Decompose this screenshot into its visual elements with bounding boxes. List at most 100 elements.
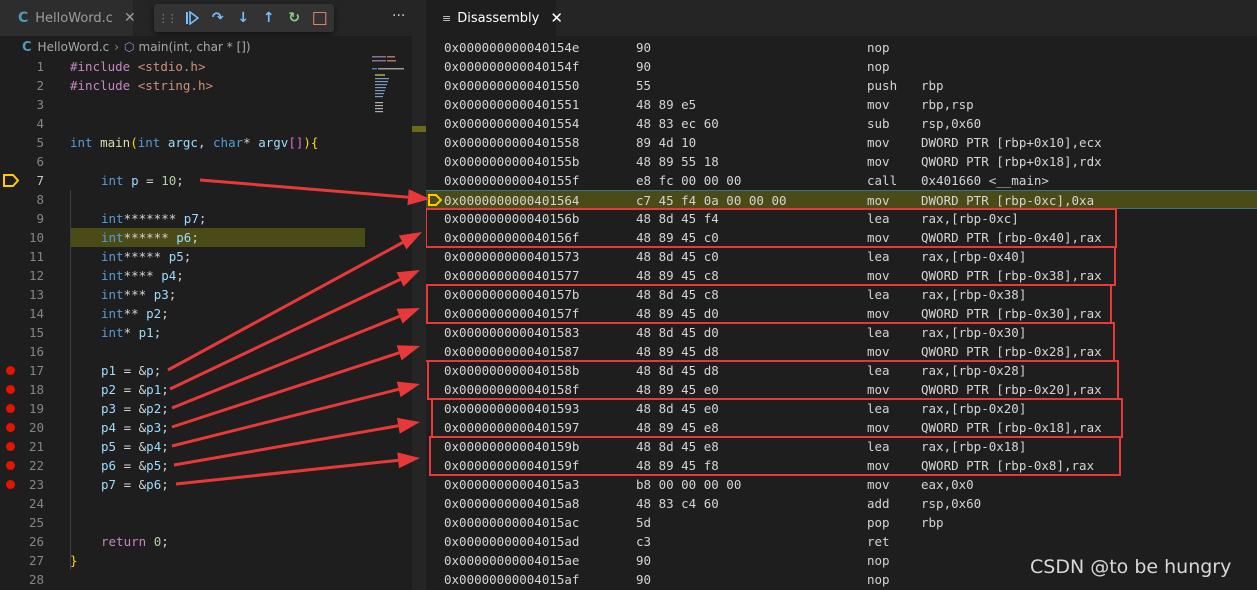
instruction-bytes: 48 89 55 18 [636, 154, 719, 169]
instruction-operands: rax,[rbp-0x18] [921, 439, 1027, 454]
disassembly-row[interactable]: 0x0000000000401554 48 83 ec 60 sub rsp,0x60 [426, 114, 1257, 133]
code-line[interactable]: 25 [0, 513, 412, 532]
disassembly-row[interactable]: 0x000000000040154e 90 nop [426, 38, 1257, 57]
code-line[interactable]: 5 int main(int argc, char* argv[]){ [0, 133, 412, 152]
disassembly-row[interactable]: 0x000000000040155b 48 89 55 18 mov QWORD PT… [426, 152, 1257, 171]
breadcrumb-symbol[interactable]: main(int, char * []) [139, 40, 251, 54]
disassembly-row[interactable]: 0x000000000040154f 90 nop [426, 57, 1257, 76]
instruction-address: 0x000000000040154e [444, 40, 580, 55]
instruction-mnemonic: ret [867, 534, 890, 549]
disassembly-row[interactable]: 0x000000000040157f 48 89 45 d0 mov QWORD PT… [426, 304, 1257, 323]
code-line[interactable]: 26 return 0; [0, 532, 412, 551]
more-actions-icon[interactable]: ··· [392, 8, 405, 24]
debug-toolbar: ⋮⋮ ↷ ↓ ↑ ↻ □ [154, 4, 334, 32]
code-text: p4 = &p3; [101, 420, 169, 435]
disassembly-row[interactable]: 0x00000000004015ac 5d pop rbp [426, 513, 1257, 532]
disassembly-row[interactable]: 0x0000000000401573 48 8d 45 c0 lea rax,[rbp… [426, 247, 1257, 266]
code-line[interactable]: 22 p6 = &p5; [0, 456, 412, 475]
code-text: int* p1; [101, 325, 162, 340]
step-over-icon[interactable]: ↷ [205, 4, 231, 32]
disassembly-table[interactable]: 0x000000000040154e 90 nop 0x000000000040154… [426, 0, 1257, 590]
code-line[interactable]: 9 int******* p7; [0, 209, 412, 228]
tab-hello-word-c[interactable]: C HelloWord.c ✕ [0, 0, 136, 36]
restart-icon[interactable]: ↻ [282, 4, 308, 32]
instruction-address: 0x0000000000401558 [444, 135, 580, 150]
disassembly-row[interactable]: 0x00000000004015a8 48 83 c4 60 add rsp,0x60 [426, 494, 1257, 513]
disassembly-row[interactable]: 0x00000000004015ad c3 ret [426, 532, 1257, 551]
code-line[interactable]: 24 [0, 494, 412, 513]
disassembly-row[interactable]: 0x000000000040159f 48 89 45 f8 mov QWORD PT… [426, 456, 1257, 475]
disassembly-row[interactable]: 0x000000000040158f 48 89 45 e0 mov QWORD PT… [426, 380, 1257, 399]
disassembly-row[interactable]: 0x00000000004015a3 b8 00 00 00 00 mov eax,0… [426, 475, 1257, 494]
step-out-icon[interactable]: ↑ [256, 4, 282, 32]
disassembly-row[interactable]: 0x0000000000401577 48 89 45 c8 mov QWORD PT… [426, 266, 1257, 285]
line-number: 16 [28, 344, 44, 359]
editor-split-sash[interactable] [412, 0, 426, 590]
code-line[interactable]: 7 int p = 10; [0, 171, 412, 190]
code-line[interactable]: 27} [0, 551, 412, 570]
disassembly-row[interactable]: 0x0000000000401550 55 push rbp [426, 76, 1257, 95]
instruction-operands: rax,[rbp-0x20] [921, 401, 1027, 416]
disassembly-row[interactable]: 0x0000000000401551 48 89 e5 mov rbp,rsp [426, 95, 1257, 114]
code-line[interactable]: 10 int****** p6; [0, 228, 412, 247]
breadcrumb-file[interactable]: HelloWord.c [38, 40, 110, 54]
code-line[interactable]: 16 [0, 342, 412, 361]
code-line[interactable]: 14 int** p2; [0, 304, 412, 323]
instruction-mnemonic: nop [867, 572, 890, 587]
disassembly-row[interactable]: 0x000000000040158b 48 8d 45 d8 lea rax,[rbp… [426, 361, 1257, 380]
stop-icon[interactable]: □ [307, 4, 333, 32]
disassembly-row[interactable]: 0x000000000040155f e8 fc 00 00 00 call 0x40… [426, 171, 1257, 190]
disassembly-row[interactable]: 0x0000000000401593 48 8d 45 e0 lea rax,[rbp… [426, 399, 1257, 418]
code-line[interactable]: 18 p2 = &p1; [0, 380, 412, 399]
instruction-mnemonic: mov [867, 458, 890, 473]
instruction-mnemonic: mov [867, 306, 890, 321]
code-line[interactable]: 4 [0, 114, 412, 133]
instruction-operands: QWORD PTR [rbp-0x20],rax [921, 382, 1102, 397]
code-line[interactable]: 6 [0, 152, 412, 171]
code-text: p2 = &p1; [101, 382, 169, 397]
code-line[interactable]: 13 int*** p3; [0, 285, 412, 304]
disassembly-row[interactable]: 0x0000000000401564 c7 45 f4 0a 00 00 00 mo… [426, 190, 1257, 209]
instruction-address: 0x000000000040158f [444, 382, 580, 397]
line-number: 10 [28, 230, 44, 245]
code-line[interactable]: 17 p1 = &p; [0, 361, 412, 380]
code-text: p6 = &p5; [101, 458, 169, 473]
code-line[interactable]: 20 p4 = &p3; [0, 418, 412, 437]
instruction-address: 0x000000000040157b [444, 287, 580, 302]
code-text: int**** p4; [101, 268, 184, 283]
code-text: p1 = &p; [101, 363, 162, 378]
disassembly-row[interactable]: 0x0000000000401583 48 8d 45 d0 lea rax,[rbp… [426, 323, 1257, 342]
disassembly-row[interactable]: 0x0000000000401558 89 4d 10 mov DWORD PTR [… [426, 133, 1257, 152]
step-into-icon[interactable]: ↓ [231, 4, 257, 32]
disassembly-row[interactable]: 0x000000000040156b 48 8d 45 f4 lea rax,[rbp… [426, 209, 1257, 228]
disassembly-row[interactable]: 0x000000000040156f 48 89 45 c0 mov QWORD PT… [426, 228, 1257, 247]
code-line[interactable]: 23 p7 = &p6; [0, 475, 412, 494]
line-number: 11 [28, 249, 44, 264]
instruction-address: 0x000000000040159f [444, 458, 580, 473]
code-editor[interactable]: 1 #include <stdio.h> 2 #include <string.h> 3… [0, 57, 412, 590]
instruction-bytes: 48 89 45 c0 [636, 230, 719, 245]
disassembly-row[interactable]: 0x000000000040159b 48 8d 45 e8 lea rax,[rbp… [426, 437, 1257, 456]
code-line[interactable]: 11 int***** p5; [0, 247, 412, 266]
instruction-operands: QWORD PTR [rbp-0x8],rax [921, 458, 1095, 473]
code-line[interactable]: 19 p3 = &p2; [0, 399, 412, 418]
drag-handle-icon[interactable]: ⋮⋮ [154, 4, 180, 32]
disassembly-row[interactable]: 0x0000000000401597 48 89 45 e8 mov QWORD PT… [426, 418, 1257, 437]
instruction-address: 0x0000000000401577 [444, 268, 580, 283]
disassembly-row[interactable]: 0x000000000040157b 48 8d 45 c8 lea rax,[rbp… [426, 285, 1257, 304]
code-line[interactable]: 8 [0, 190, 412, 209]
instruction-address: 0x000000000040154f [444, 59, 580, 74]
code-line[interactable]: 12 int**** p4; [0, 266, 412, 285]
code-line[interactable]: 1 #include <stdio.h> [0, 57, 412, 76]
code-line[interactable]: 15 int* p1; [0, 323, 412, 342]
instruction-mnemonic: mov [867, 230, 890, 245]
continue-button[interactable] [180, 4, 206, 32]
instruction-address: 0x00000000004015ae [444, 553, 580, 568]
code-line[interactable]: 2 #include <string.h> [0, 76, 412, 95]
code-line[interactable]: 21 p5 = &p4; [0, 437, 412, 456]
close-icon[interactable]: ✕ [124, 10, 136, 26]
code-line[interactable]: 3 [0, 95, 412, 114]
code-line[interactable]: 28 [0, 570, 412, 589]
instruction-operands: rsp,0x60 [921, 496, 982, 511]
disassembly-row[interactable]: 0x0000000000401587 48 89 45 d8 mov QWORD PT… [426, 342, 1257, 361]
